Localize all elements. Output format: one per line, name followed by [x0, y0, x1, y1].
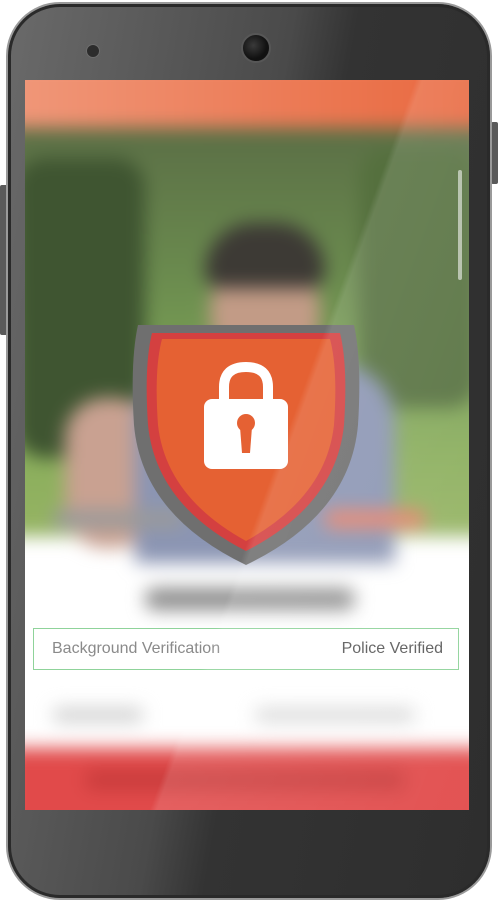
verification-status: Police Verified	[341, 640, 443, 657]
scrollbar	[458, 170, 462, 280]
device-mockup: Background Verification Police Verified	[0, 0, 500, 902]
background-verification-row: Background Verification Police Verified	[33, 628, 459, 670]
book-session-bar	[25, 748, 469, 810]
verification-label: Background Verification	[52, 640, 221, 657]
shield-lock-icon	[132, 325, 360, 565]
blurred-detail-value	[255, 708, 415, 722]
blurred-detail-label	[53, 708, 143, 722]
proximity-sensor	[86, 44, 100, 58]
blurred-subtitle-text	[145, 588, 355, 610]
front-camera-icon	[241, 33, 271, 63]
power-button	[491, 122, 498, 184]
app-bar	[25, 80, 469, 130]
